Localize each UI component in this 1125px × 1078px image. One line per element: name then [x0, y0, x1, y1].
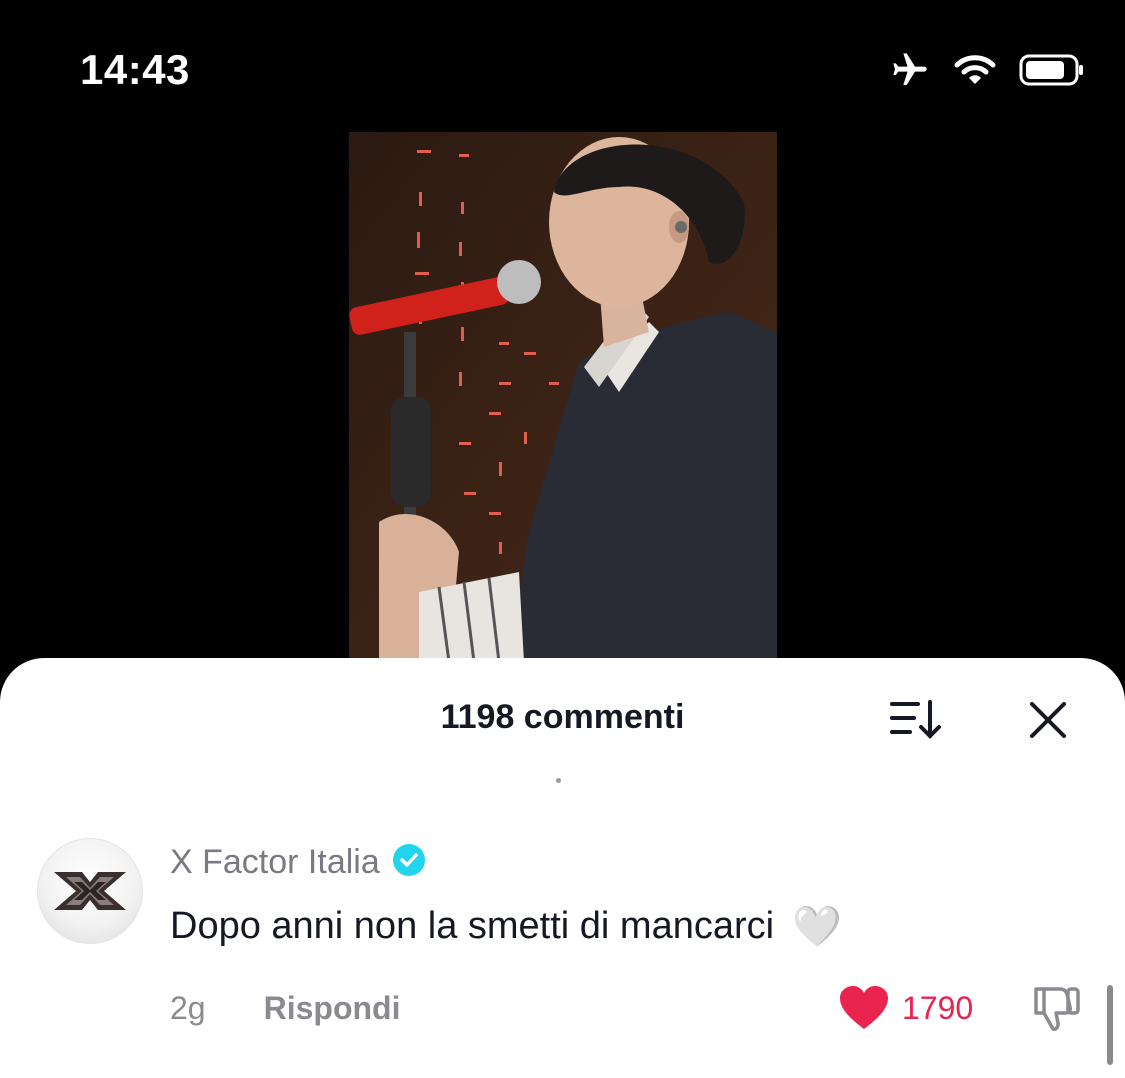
status-time: 14:43 [80, 46, 190, 93]
comments-sheet: 1198 commenti X Factor Italia Dopo anni … [0, 658, 1125, 1078]
comment-age: 2g [170, 990, 206, 1026]
comment-text: Dopo anni non la smetti di mancarci 🤍 [170, 903, 842, 950]
status-icons [889, 50, 1085, 90]
sort-icon [890, 700, 941, 739]
video-frame[interactable] [349, 132, 777, 662]
like-count: 1790 [902, 989, 974, 1026]
verified-badge-icon [392, 843, 426, 882]
comment-author[interactable]: X Factor Italia [170, 843, 426, 882]
author-name[interactable]: X Factor Italia [170, 843, 380, 882]
comments-header: 1198 commenti [0, 658, 1125, 778]
close-icon [1030, 702, 1066, 738]
thumbs-down-icon [1034, 987, 1080, 1031]
dislike-button[interactable] [1030, 983, 1082, 1040]
reply-button[interactable]: Rispondi [264, 990, 401, 1027]
battery-icon [1019, 53, 1085, 87]
drag-indicator [556, 778, 561, 783]
comments-title: 1198 commenti [440, 698, 685, 736]
like-button[interactable]: 1790 [838, 985, 973, 1031]
scrollbar[interactable] [1107, 985, 1113, 1065]
avatar[interactable] [37, 838, 143, 944]
heart-icon [840, 986, 888, 1029]
status-bar: 14:43 [0, 0, 1125, 130]
comment-body: Dopo anni non la smetti di mancarci [170, 905, 775, 947]
comment-item: X Factor Italia Dopo anni non la smetti … [0, 833, 1125, 1073]
white-heart-emoji: 🤍 [792, 905, 842, 949]
wifi-icon [953, 53, 997, 87]
airplane-icon [889, 50, 931, 90]
close-button[interactable] [1024, 696, 1072, 744]
sort-button[interactable] [888, 698, 944, 742]
comment-meta: 2g Rispondi [170, 990, 400, 1027]
x-factor-logo [54, 872, 126, 910]
